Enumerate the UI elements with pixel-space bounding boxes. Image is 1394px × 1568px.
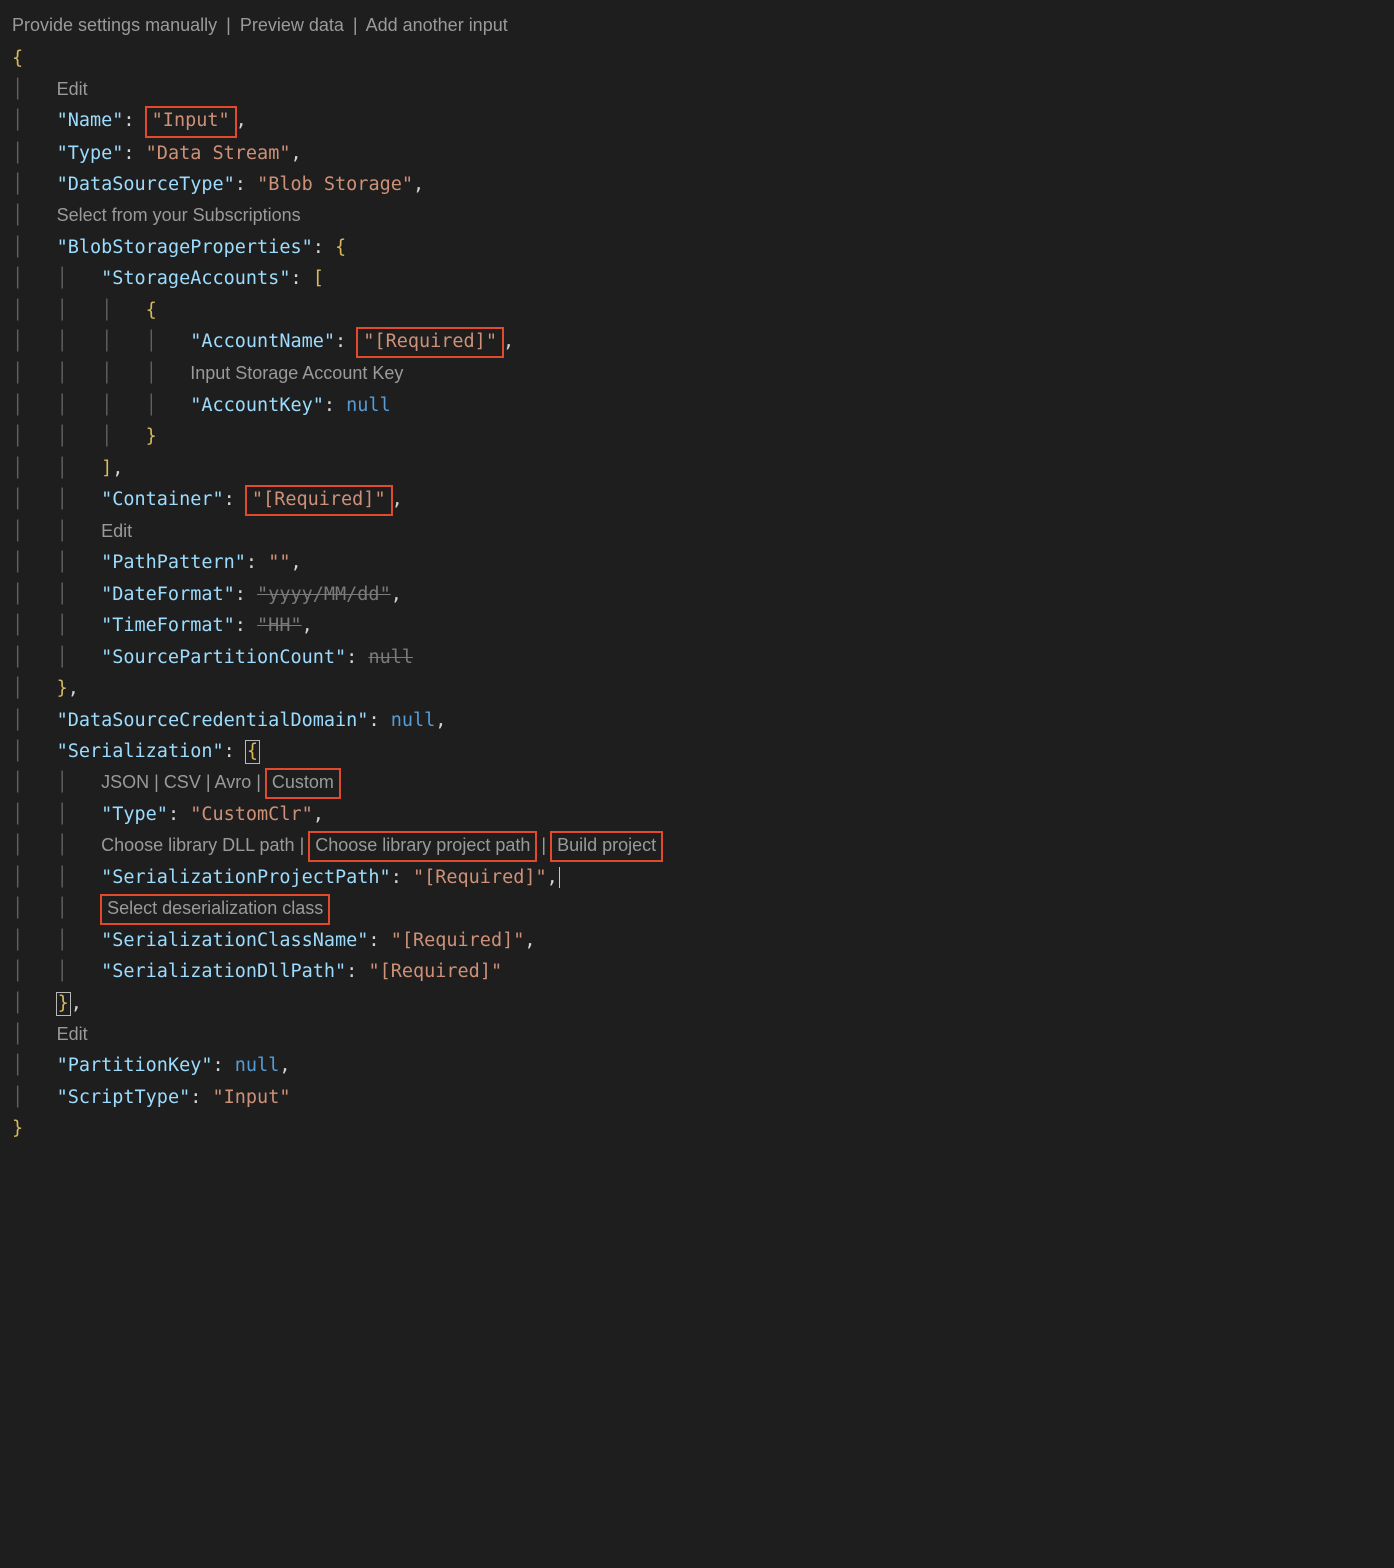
key-scripttype: "ScriptType" bbox=[57, 1087, 191, 1108]
key-pathpattern: "PathPattern" bbox=[101, 552, 246, 573]
key-name: "Name" bbox=[57, 110, 124, 131]
edit-hint-2[interactable]: Edit bbox=[101, 521, 132, 541]
select-subscriptions-hint[interactable]: Select from your Subscriptions bbox=[57, 205, 301, 225]
option-csv[interactable]: CSV bbox=[164, 772, 201, 792]
key-storageaccounts: "StorageAccounts" bbox=[101, 268, 290, 289]
key-blobstorageproperties: "BlobStorageProperties" bbox=[57, 237, 313, 258]
preview-data-link[interactable]: Preview data bbox=[240, 15, 344, 35]
provide-settings-link[interactable]: Provide settings manually bbox=[12, 15, 217, 35]
value-serialization-classname[interactable]: "[Required]" bbox=[391, 930, 525, 951]
value-scripttype: "Input" bbox=[213, 1087, 291, 1108]
value-partitionkey: null bbox=[235, 1055, 280, 1076]
json-editor[interactable]: { │ Edit │ "Name": "Input", │ "Type": "D… bbox=[12, 43, 1382, 1145]
value-accountname[interactable]: "[Required]" bbox=[363, 331, 497, 352]
key-serialization-projectpath: "SerializationProjectPath" bbox=[101, 867, 391, 888]
value-container[interactable]: "[Required]" bbox=[252, 489, 386, 510]
choose-project-path[interactable]: Choose library project path bbox=[308, 831, 537, 861]
key-partitionkey: "PartitionKey" bbox=[57, 1055, 213, 1076]
key-credentialdomain: "DataSourceCredentialDomain" bbox=[57, 710, 369, 731]
value-sourcepartitioncount: null bbox=[368, 647, 413, 668]
value-dateformat: "yyyy/MM/dd" bbox=[257, 584, 391, 605]
header-action-links: Provide settings manually | Preview data… bbox=[12, 10, 1382, 41]
value-timeformat: "HH" bbox=[257, 615, 302, 636]
serialization-type-options: JSON | CSV | Avro | bbox=[101, 772, 266, 792]
key-accountkey: "AccountKey" bbox=[190, 395, 324, 416]
choose-dll-path[interactable]: Choose library DLL path bbox=[101, 835, 294, 855]
value-name[interactable]: "Input" bbox=[152, 110, 230, 131]
key-type: "Type" bbox=[57, 143, 124, 164]
library-path-options: Choose library DLL path | bbox=[101, 835, 309, 855]
key-serialization: "Serialization" bbox=[57, 741, 224, 762]
key-accountname: "AccountName" bbox=[190, 331, 335, 352]
key-container: "Container" bbox=[101, 489, 224, 510]
key-sourcepartitioncount: "SourcePartitionCount" bbox=[101, 647, 346, 668]
option-custom[interactable]: Custom bbox=[265, 768, 341, 798]
key-timeformat: "TimeFormat" bbox=[101, 615, 235, 636]
value-datasourcetype: "Blob Storage" bbox=[257, 174, 413, 195]
key-dateformat: "DateFormat" bbox=[101, 584, 235, 605]
key-serialization-classname: "SerializationClassName" bbox=[101, 930, 368, 951]
edit-hint-bottom[interactable]: Edit bbox=[57, 1024, 88, 1044]
value-pathpattern: "" bbox=[268, 552, 290, 573]
option-avro[interactable]: Avro bbox=[215, 772, 252, 792]
key-serialization-dllpath: "SerializationDllPath" bbox=[101, 961, 346, 982]
edit-hint[interactable]: Edit bbox=[57, 79, 88, 99]
account-key-hint[interactable]: Input Storage Account Key bbox=[190, 363, 403, 383]
key-serialization-type: "Type" bbox=[101, 804, 168, 825]
add-input-link[interactable]: Add another input bbox=[366, 15, 508, 35]
option-json[interactable]: JSON bbox=[101, 772, 149, 792]
value-accountkey: null bbox=[346, 395, 391, 416]
value-serialization-projectpath[interactable]: "[Required]" bbox=[413, 867, 547, 888]
value-type: "Data Stream" bbox=[146, 143, 291, 164]
value-credentialdomain: null bbox=[391, 710, 436, 731]
build-project[interactable]: Build project bbox=[550, 831, 663, 861]
text-cursor bbox=[559, 867, 561, 888]
value-serialization-type: "CustomClr" bbox=[190, 804, 313, 825]
value-serialization-dllpath[interactable]: "[Required]" bbox=[368, 961, 502, 982]
key-datasourcetype: "DataSourceType" bbox=[57, 174, 235, 195]
select-deserialization-class[interactable]: Select deserialization class bbox=[100, 894, 330, 924]
